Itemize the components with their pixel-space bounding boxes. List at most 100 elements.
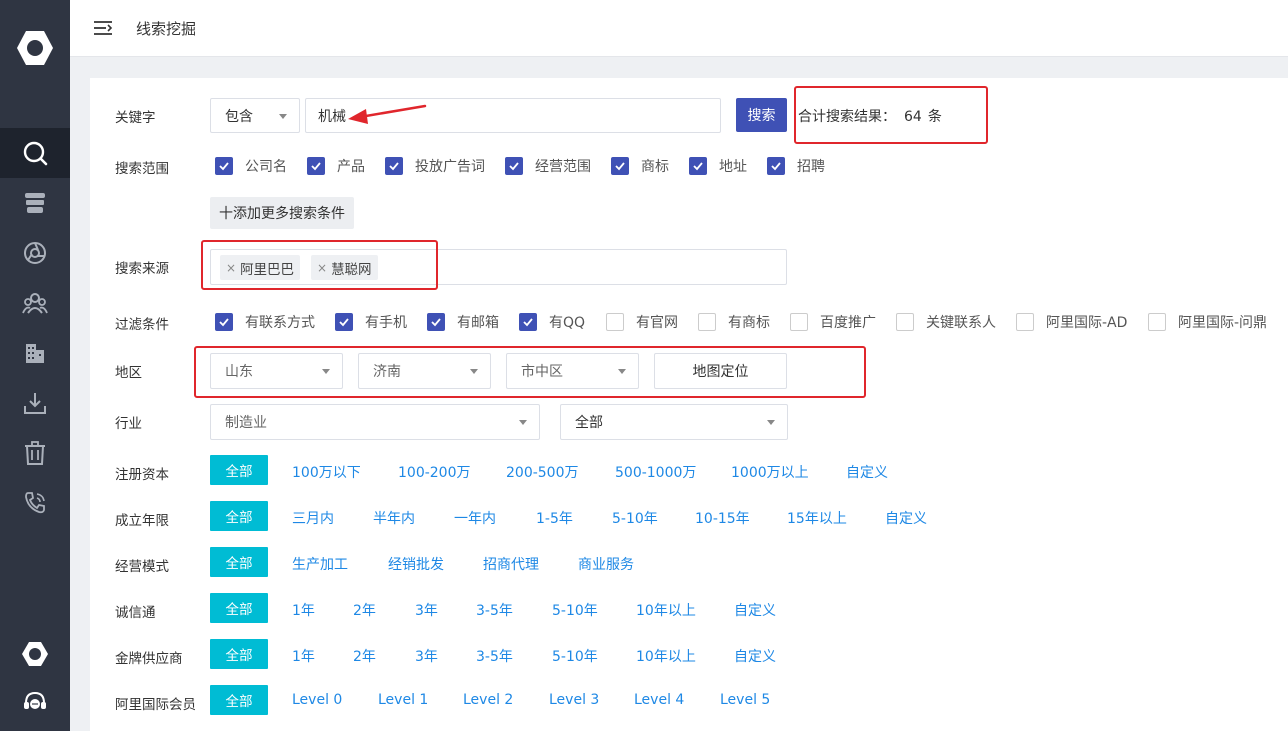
checkbox-checked-icon[interactable] xyxy=(215,313,233,331)
checkbox[interactable]: 阿里国际-AD xyxy=(1016,312,1127,332)
years-option[interactable]: 5-10年 xyxy=(612,508,658,528)
search-button[interactable]: 搜索 xyxy=(736,98,787,132)
years-option[interactable]: 自定义 xyxy=(885,508,927,528)
menu-toggle-icon[interactable] xyxy=(92,17,114,39)
intl-option[interactable]: Level 4 xyxy=(634,692,684,708)
intl-option[interactable]: Level 3 xyxy=(549,692,599,708)
checkbox-unchecked-icon[interactable] xyxy=(1148,313,1166,331)
checkbox-unchecked-icon[interactable] xyxy=(698,313,716,331)
years-option[interactable]: 1-5年 xyxy=(536,508,573,528)
checkbox-unchecked-icon[interactable] xyxy=(1016,313,1034,331)
chengxin-option[interactable]: 5-10年 xyxy=(552,600,598,620)
mode-option[interactable]: 招商代理 xyxy=(483,554,539,574)
nav-company[interactable] xyxy=(0,328,70,378)
intl-option[interactable]: Level 1 xyxy=(378,692,428,708)
app-logo-icon[interactable] xyxy=(15,28,55,68)
nav-download[interactable] xyxy=(0,378,70,428)
support-icon[interactable] xyxy=(22,689,48,715)
checkbox[interactable]: 投放广告词 xyxy=(385,156,485,176)
add-more-conditions-button[interactable]: 十添加更多搜索条件 xyxy=(210,197,354,229)
brand-icon[interactable] xyxy=(21,640,49,668)
gold-option[interactable]: 3年 xyxy=(415,646,438,666)
checkbox[interactable]: 产品 xyxy=(307,156,365,176)
checkbox-checked-icon[interactable] xyxy=(519,313,537,331)
checkbox[interactable]: 有商标 xyxy=(698,312,770,332)
gold-option[interactable]: 10年以上 xyxy=(636,646,696,666)
checkbox-unchecked-icon[interactable] xyxy=(896,313,914,331)
chengxin-option[interactable]: 自定义 xyxy=(734,600,776,620)
intl-option[interactable]: Level 2 xyxy=(463,692,513,708)
gold-option[interactable]: 5-10年 xyxy=(552,646,598,666)
checkbox[interactable]: 商标 xyxy=(611,156,669,176)
capital-option[interactable]: 100万以下 xyxy=(292,462,361,482)
capital-option[interactable]: 200-500万 xyxy=(506,462,579,482)
nav-trash[interactable] xyxy=(0,428,70,478)
checkbox-checked-icon[interactable] xyxy=(335,313,353,331)
chengxin-option[interactable]: 3年 xyxy=(415,600,438,620)
gold-option[interactable]: 1年 xyxy=(292,646,315,666)
years-option-all[interactable]: 全部 xyxy=(210,501,268,531)
checkbox[interactable]: 有邮箱 xyxy=(427,312,499,332)
checkbox-unchecked-icon[interactable] xyxy=(790,313,808,331)
mode-option[interactable]: 商业服务 xyxy=(578,554,634,574)
match-mode-select[interactable]: 包含 xyxy=(210,98,300,133)
mode-option[interactable]: 经销批发 xyxy=(388,554,444,574)
capital-option[interactable]: 自定义 xyxy=(846,462,888,482)
intl-option[interactable]: Level 0 xyxy=(292,692,342,708)
nav-aperture[interactable] xyxy=(0,228,70,278)
industry-label: 行业 xyxy=(115,416,142,432)
checkbox-checked-icon[interactable] xyxy=(427,313,445,331)
mode-option[interactable]: 生产加工 xyxy=(292,554,348,574)
checkbox-checked-icon[interactable] xyxy=(307,157,325,175)
chengxin-option[interactable]: 3-5年 xyxy=(476,600,513,620)
capital-option[interactable]: 1000万以上 xyxy=(731,462,809,482)
capital-option[interactable]: 100-200万 xyxy=(398,462,471,482)
checkbox-checked-icon[interactable] xyxy=(385,157,403,175)
checkbox-checked-icon[interactable] xyxy=(611,157,629,175)
checkbox[interactable]: 百度推广 xyxy=(790,312,876,332)
years-option[interactable]: 15年以上 xyxy=(787,508,847,528)
industry-secondary-select[interactable]: 全部 xyxy=(560,404,788,440)
gold-option-all[interactable]: 全部 xyxy=(210,639,268,669)
checkbox[interactable]: 有QQ xyxy=(519,312,585,332)
chengxin-option-all[interactable]: 全部 xyxy=(210,593,268,623)
checkbox-label: 关键联系人 xyxy=(926,315,996,331)
checkbox[interactable]: 有联系方式 xyxy=(215,312,315,332)
checkbox-checked-icon[interactable] xyxy=(215,157,233,175)
checkbox[interactable]: 有手机 xyxy=(335,312,407,332)
mode-option-all[interactable]: 全部 xyxy=(210,547,268,577)
chengxin-option[interactable]: 2年 xyxy=(353,600,376,620)
checkbox[interactable]: 有官网 xyxy=(606,312,678,332)
capital-option-all[interactable]: 全部 xyxy=(210,455,268,485)
checkbox-checked-icon[interactable] xyxy=(767,157,785,175)
industry-primary-select[interactable]: 制造业 xyxy=(210,404,540,440)
checkbox[interactable]: 阿里国际-问鼎 xyxy=(1148,312,1267,332)
nav-phone[interactable] xyxy=(0,478,70,528)
checkbox-checked-icon[interactable] xyxy=(689,157,707,175)
years-option[interactable]: 10-15年 xyxy=(695,508,750,528)
checkbox-label: 有商标 xyxy=(728,315,770,331)
database-icon xyxy=(25,193,45,213)
gold-option[interactable]: 2年 xyxy=(353,646,376,666)
checkbox-unchecked-icon[interactable] xyxy=(606,313,624,331)
years-option[interactable]: 半年内 xyxy=(373,508,415,528)
years-option[interactable]: 三月内 xyxy=(292,508,334,528)
checkbox[interactable]: 公司名 xyxy=(215,156,287,176)
checkbox-checked-icon[interactable] xyxy=(505,157,523,175)
nav-database[interactable] xyxy=(0,178,70,228)
checkbox[interactable]: 关键联系人 xyxy=(896,312,996,332)
nav-search[interactable] xyxy=(0,128,70,178)
intl-option-all[interactable]: 全部 xyxy=(210,685,268,715)
intl-option[interactable]: Level 5 xyxy=(720,692,770,708)
checkbox-label: 阿里国际-AD xyxy=(1046,315,1128,331)
chengxin-option[interactable]: 10年以上 xyxy=(636,600,696,620)
chengxin-option[interactable]: 1年 xyxy=(292,600,315,620)
years-option[interactable]: 一年内 xyxy=(454,508,496,528)
gold-option[interactable]: 3-5年 xyxy=(476,646,513,666)
checkbox[interactable]: 地址 xyxy=(689,156,747,176)
checkbox[interactable]: 经营范围 xyxy=(505,156,591,176)
checkbox[interactable]: 招聘 xyxy=(767,156,825,176)
gold-option[interactable]: 自定义 xyxy=(734,646,776,666)
capital-option[interactable]: 500-1000万 xyxy=(615,462,696,482)
nav-team[interactable] xyxy=(0,278,70,328)
